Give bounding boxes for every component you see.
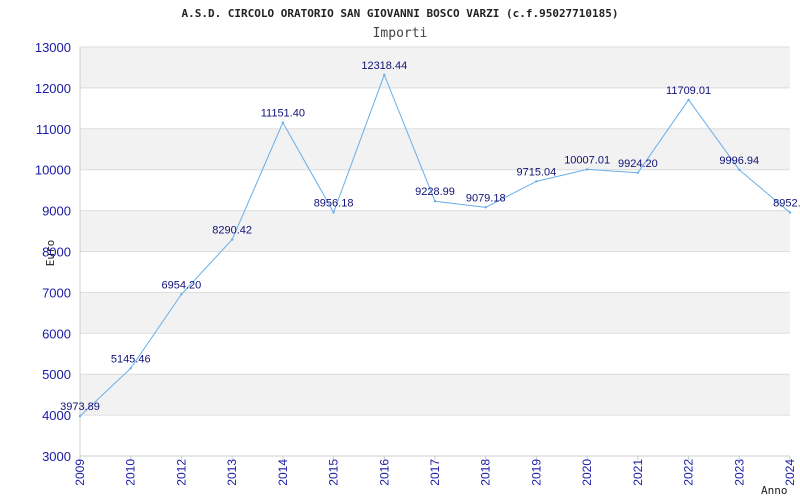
data-point	[230, 238, 234, 241]
x-tick-label: 2015	[327, 459, 341, 486]
x-tick-label: 2018	[479, 459, 493, 486]
data-point	[585, 168, 589, 171]
data-label: 8956.18	[314, 197, 354, 209]
background-bands	[80, 47, 790, 416]
chart-title: A.S.D. CIRCOLO ORATORIO SAN GIOVANNI BOS…	[181, 7, 618, 20]
background-band	[80, 292, 790, 334]
data-label: 11709.01	[666, 85, 711, 97]
background-band	[80, 128, 790, 170]
data-point	[383, 73, 386, 77]
x-axis-label: Anno	[761, 484, 788, 497]
y-tick-label: 5000	[42, 367, 71, 382]
data-label: 8952.0	[773, 198, 800, 210]
x-tick-label: 2009	[73, 459, 87, 486]
data-label: 9996.94	[719, 155, 759, 167]
data-point	[738, 168, 741, 172]
x-tick-label: 2022	[682, 459, 696, 486]
data-point	[78, 414, 82, 418]
data-label: 9228.99	[415, 186, 455, 198]
data-label: 3973.89	[60, 401, 100, 413]
x-tick-labels: 2009 2010 2012 2013 2014 2015 2016 2017 2018 2019…	[73, 459, 797, 486]
y-tick-label: 13000	[35, 40, 71, 55]
y-tick-label: 11000	[36, 122, 71, 137]
y-tick-label: 7000	[42, 285, 71, 300]
data-point	[535, 180, 538, 183]
chart-subtitle: Importi	[373, 26, 428, 41]
background-band	[80, 47, 790, 88]
data-point	[687, 98, 690, 102]
data-point	[788, 211, 792, 214]
data-label: 9079.18	[466, 192, 506, 204]
y-tick-label: 3000	[42, 449, 71, 464]
background-band	[80, 374, 790, 416]
x-tick-label: 2021	[631, 459, 645, 486]
x-tick-label: 2019	[529, 459, 543, 486]
data-label: 9924.20	[618, 158, 658, 170]
x-tick-label: 2017	[428, 459, 442, 486]
chart: A.S.D. CIRCOLO ORATORIO SAN GIOVANNI BOS…	[35, 7, 800, 497]
background-band	[80, 210, 790, 252]
x-tick-label: 2010	[124, 459, 138, 486]
y-tick-label: 10000	[35, 163, 71, 178]
x-tick-label: 2020	[580, 459, 594, 486]
data-label: 12318.44	[361, 60, 407, 72]
y-tick-label: 9000	[42, 204, 71, 219]
y-axis-label: Euro	[44, 240, 57, 267]
data-point	[636, 171, 640, 175]
x-tick-label: 2016	[377, 459, 391, 486]
data-point	[129, 367, 132, 370]
data-label: 5145.46	[111, 353, 151, 365]
data-label: 6954.20	[162, 279, 202, 291]
data-label: 10007.01	[564, 154, 610, 166]
data-point	[332, 211, 335, 214]
x-tick-label: 2023	[732, 459, 746, 486]
y-tick-label: 12000	[35, 81, 71, 96]
x-tick-label: 2024	[783, 459, 797, 486]
x-tick-label: 2012	[174, 459, 188, 486]
data-point	[433, 200, 437, 203]
x-tick-label: 2013	[225, 459, 239, 486]
data-point	[484, 206, 487, 209]
data-point	[180, 293, 183, 296]
y-tick-label: 6000	[42, 326, 71, 341]
x-tick-label: 2014	[276, 459, 290, 486]
data-label: 11151.40	[261, 108, 305, 120]
data-point	[281, 121, 285, 124]
data-label: 8290.42	[212, 225, 252, 237]
data-label: 9715.04	[517, 166, 557, 178]
